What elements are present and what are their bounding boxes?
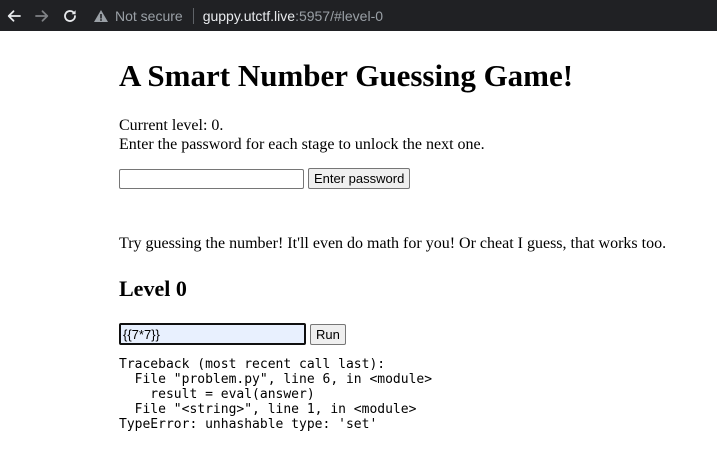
forward-button[interactable] — [31, 5, 53, 27]
hint-text: Try guessing the number! It'll even do m… — [119, 235, 667, 252]
level-info: Current level: 0. Enter the password for… — [119, 116, 485, 154]
url-path: :5957/#level-0 — [295, 7, 384, 24]
password-input[interactable] — [119, 168, 304, 189]
arrow-right-icon — [35, 9, 49, 22]
warning-icon — [93, 8, 109, 24]
page-title: A Smart Number Guessing Game! — [119, 58, 574, 93]
level-heading: Level 0 — [119, 276, 187, 301]
address-separator — [192, 7, 194, 24]
current-level-text: Current level: 0. — [119, 117, 224, 134]
reload-button[interactable] — [59, 5, 81, 27]
answer-form: Run — [119, 323, 346, 345]
answer-input[interactable] — [119, 323, 306, 345]
arrow-left-icon — [7, 9, 21, 22]
instructions-text: Enter the password for each stage to unl… — [119, 136, 485, 153]
browser-toolbar: Not secure guppy.utctf.live:5957/#level-… — [0, 0, 717, 31]
run-button[interactable]: Run — [310, 323, 346, 345]
traceback-output: Traceback (most recent call last): File … — [119, 357, 433, 432]
reload-icon — [64, 9, 76, 22]
password-form: Enter password — [119, 168, 411, 189]
enter-password-button[interactable]: Enter password — [308, 168, 411, 189]
security-status[interactable]: Not secure — [115, 8, 183, 24]
back-button[interactable] — [3, 5, 25, 27]
address-bar[interactable]: Not secure guppy.utctf.live:5957/#level-… — [93, 0, 717, 31]
url-host: guppy.utctf.live — [202, 7, 296, 24]
